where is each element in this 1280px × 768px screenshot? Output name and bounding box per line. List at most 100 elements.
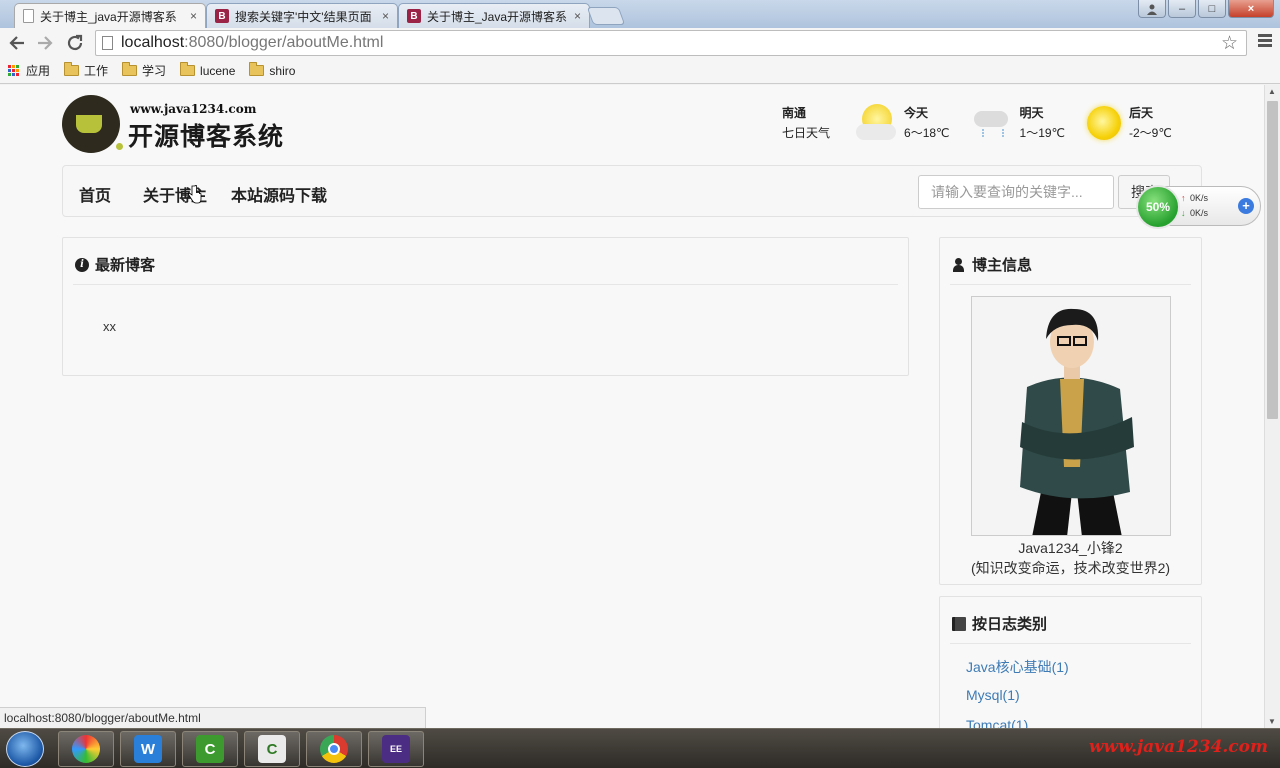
taskbar-app-chrome[interactable] <box>306 731 362 767</box>
blogger-avatar <box>971 296 1171 536</box>
weather-label: 七日天气 <box>782 126 831 140</box>
site-name: 开源博客系统 <box>128 122 285 151</box>
folder-icon <box>180 62 196 76</box>
folder-icon <box>64 62 80 76</box>
category-link-mysql[interactable]: Mysql(1) <box>966 687 1020 703</box>
b-favicon-icon: B <box>407 9 421 23</box>
camtasia-recorder-icon: C <box>258 735 286 763</box>
divider <box>950 643 1191 644</box>
sun-cloud-icon <box>856 104 898 142</box>
bookmark-folder-study[interactable]: 学习 <box>122 62 166 79</box>
weather-day: 明天 <box>1019 106 1044 120</box>
tab-close-icon[interactable]: × <box>574 9 581 23</box>
weather-temp: -2～9℃ <box>1129 126 1172 140</box>
scroll-down-arrow-icon[interactable]: ▼ <box>1268 717 1276 726</box>
net-speed-widget[interactable]: 50% 0K/s 0K/s + <box>1136 185 1261 229</box>
bookmark-folder-shiro[interactable]: shiro <box>249 62 296 78</box>
back-arrow-icon[interactable] <box>6 32 28 54</box>
hand-cursor-icon <box>188 185 202 204</box>
scroll-up-arrow-icon[interactable]: ▲ <box>1268 87 1276 96</box>
category-link-tomcat[interactable]: Tomcat(1) <box>966 717 1028 728</box>
user-profile-icon[interactable] <box>1138 0 1166 18</box>
new-tab-button[interactable] <box>586 7 626 25</box>
bookmark-label: lucene <box>200 63 236 78</box>
panel-title: i 最新博客 <box>75 254 155 275</box>
browser-tab-strip: 关于博主_java开源博客系 × B 搜索关键字'中文'结果页面 × B 关于博… <box>0 0 1280 28</box>
nav-source-download[interactable]: 本站源码下载 <box>231 182 327 206</box>
weather-city-name: 南通 <box>782 106 807 120</box>
bookmark-apps[interactable]: 应用 <box>8 62 50 79</box>
folder-icon <box>249 62 265 76</box>
url-path: :8080/blogger/aboutMe.html <box>184 34 384 51</box>
scrollbar-thumb[interactable] <box>1267 101 1278 419</box>
maximize-button[interactable]: □ <box>1198 0 1226 18</box>
window-controls: – □ × <box>1138 0 1274 18</box>
divider <box>73 284 898 285</box>
sun-icon <box>1087 106 1122 140</box>
colorful-app-icon <box>72 735 100 763</box>
forward-arrow-icon[interactable] <box>34 32 56 54</box>
browser-status-bar: localhost:8080/blogger/aboutMe.html <box>0 707 426 728</box>
blogger-info-panel: 博主信息 Java1234_小锋2 (知识改变命运，技术改变世界2) <box>939 237 1202 585</box>
tab-close-icon[interactable]: × <box>382 9 389 23</box>
reload-icon[interactable] <box>64 32 86 54</box>
taskbar-app-1[interactable] <box>58 731 114 767</box>
weather-city: 南通 七日天气 <box>782 103 830 143</box>
camtasia-icon: C <box>196 735 224 763</box>
browser-tab-about-2[interactable]: B 关于博主_Java开源博客系 × <box>398 3 590 28</box>
weather-day: 后天 <box>1129 106 1154 120</box>
browser-tab-search[interactable]: B 搜索关键字'中文'结果页面 × <box>206 3 398 28</box>
taskbar-app-eclipse[interactable]: EE <box>368 731 424 767</box>
nav-home[interactable]: 首页 <box>79 182 111 206</box>
category-panel: 按日志类别 Java核心基础(1) Mysql(1) Tomcat(1) <box>939 596 1202 728</box>
bookmark-label: 应用 <box>26 64 51 78</box>
search-input[interactable]: 请输入要查询的关键字... <box>918 175 1114 209</box>
page-scrollbar[interactable]: ▲ ▼ <box>1264 85 1280 728</box>
rain-cloud-icon <box>972 105 1012 141</box>
latest-blog-title: 最新博客 <box>95 257 156 274</box>
blogger-motto: (知识改变命运，技术改变世界2) <box>970 560 1171 576</box>
tab-title: 关于博主_Java开源博客系 <box>427 9 568 24</box>
weather-day-tomorrow: 明天 1～19℃ <box>972 103 1065 143</box>
category-link-java[interactable]: Java核心基础(1) <box>966 657 1069 677</box>
logo-dot <box>114 141 125 152</box>
tab-close-icon[interactable]: × <box>190 9 197 23</box>
site-logo[interactable]: www.java1234.com 开源博客系统 <box>62 95 302 155</box>
taskbar-app-camtasia[interactable]: C <box>182 731 238 767</box>
browser-toolbar: localhost :8080/blogger/aboutMe.html ☆ <box>0 28 1280 58</box>
net-percent: 50% <box>1136 185 1180 229</box>
page-doc-icon <box>23 9 34 23</box>
chrome-menu-icon[interactable] <box>1258 34 1272 49</box>
plus-icon[interactable]: + <box>1238 198 1254 214</box>
upload-speed: 0K/s <box>1181 193 1208 203</box>
category-title: 按日志类别 <box>972 616 1048 633</box>
minimize-button[interactable]: – <box>1168 0 1196 18</box>
bookmark-folder-lucene[interactable]: lucene <box>180 62 236 78</box>
address-bar[interactable]: localhost :8080/blogger/aboutMe.html ☆ <box>95 30 1247 56</box>
tab-title: 关于博主_java开源博客系 <box>40 9 177 24</box>
chrome-icon <box>320 735 348 763</box>
site-url: www.java1234.com <box>130 102 257 116</box>
bookmark-folder-work[interactable]: 工作 <box>64 62 108 79</box>
windows-start-button[interactable] <box>6 731 44 767</box>
weather-day-today: 今天 6～18℃ <box>856 103 950 143</box>
panel-title: 博主信息 <box>952 254 1032 275</box>
info-circle-icon: i <box>75 257 89 272</box>
weather-day-after: 后天 -2～9℃ <box>1087 103 1172 143</box>
page-doc-icon <box>102 36 113 50</box>
book-icon <box>952 616 966 631</box>
browser-tab-about[interactable]: 关于博主_java开源博客系 × <box>14 3 206 28</box>
weather-day: 今天 <box>904 106 929 120</box>
taskbar-app-wps[interactable]: W <box>120 731 176 767</box>
bookmark-label: shiro <box>269 63 296 78</box>
weather-temp: 6～18℃ <box>904 126 950 140</box>
bookmark-label: 工作 <box>84 64 109 78</box>
close-window-button[interactable]: × <box>1228 0 1274 18</box>
tab-title: 搜索关键字'中文'结果页面 <box>235 9 372 24</box>
latest-blog-panel: i 最新博客 xx <box>62 237 909 376</box>
tray-brand-text: www.java1234.com <box>1088 737 1268 757</box>
bookmark-star-icon[interactable]: ☆ <box>1221 32 1238 55</box>
bookmark-label: 学习 <box>142 64 167 78</box>
panel-title: 按日志类别 <box>952 613 1047 634</box>
taskbar-app-camtasia-2[interactable]: C <box>244 731 300 767</box>
